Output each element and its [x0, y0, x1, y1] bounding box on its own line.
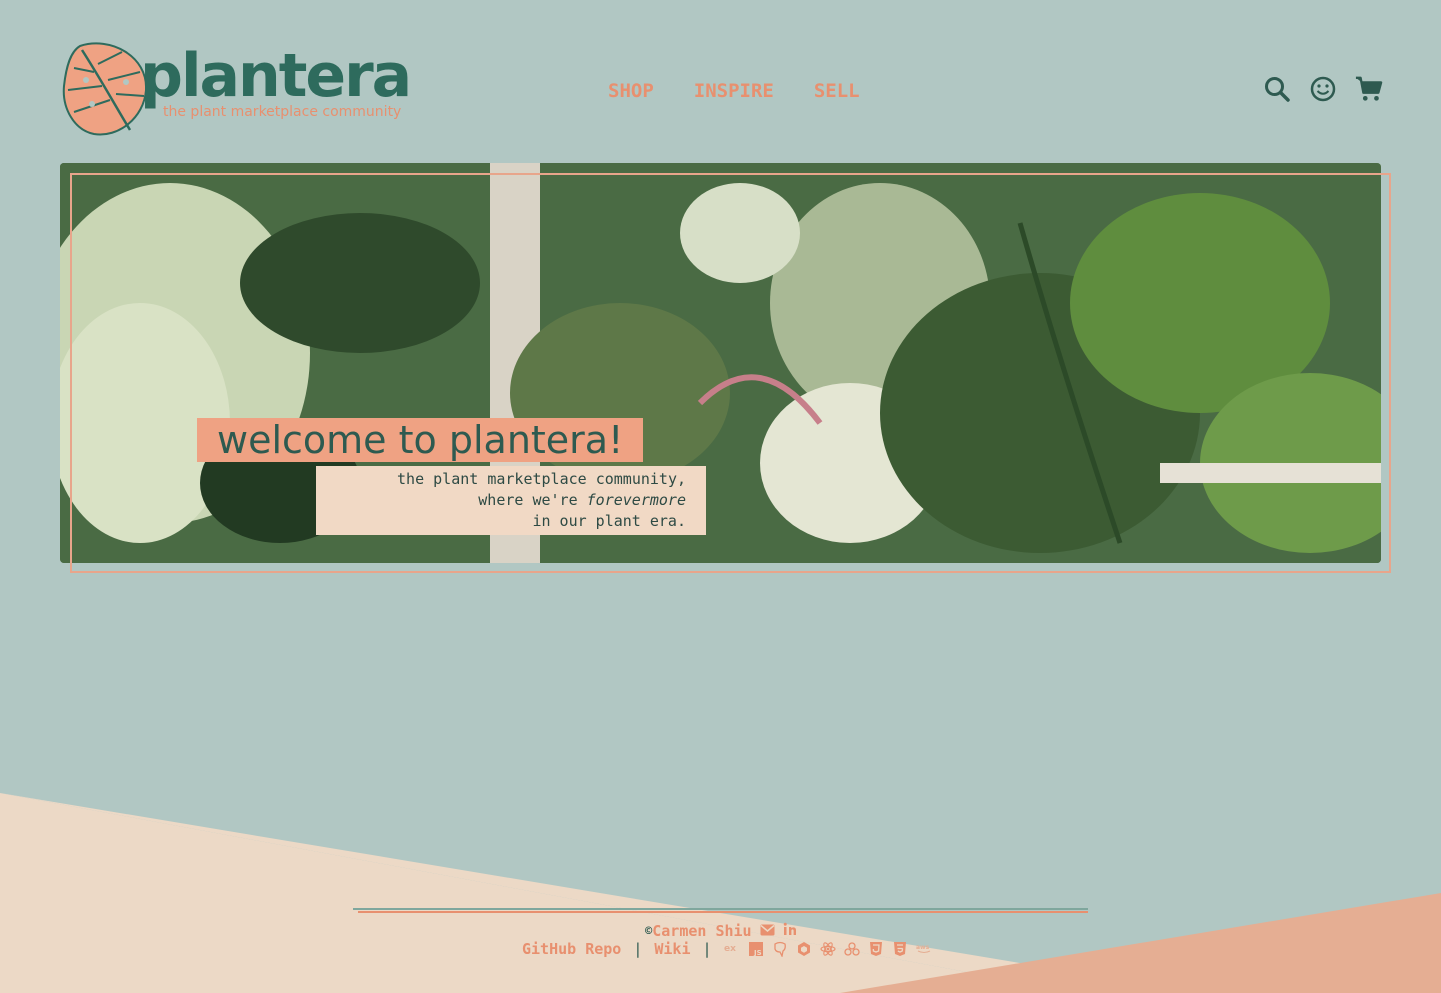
css3-icon [892, 941, 908, 957]
footer-divider-green [353, 908, 1088, 910]
nav-sell[interactable]: SELL [814, 80, 860, 102]
email-icon[interactable] [760, 922, 775, 940]
tech-stack-icons: ex JS aws [724, 941, 932, 958]
logo-wordmark: plantera [140, 41, 412, 111]
express-icon: ex [724, 941, 740, 957]
wiki-link[interactable]: Wiki [654, 940, 690, 958]
footer-separator: | [702, 940, 712, 958]
sequelize-icon [796, 941, 812, 957]
search-icon[interactable] [1263, 74, 1291, 104]
react-icon [819, 941, 836, 957]
aws-icon: aws [916, 941, 932, 957]
footer-links: GitHub Repo | Wiki | ex JS aws [522, 940, 932, 958]
svg-text:JS: JS [753, 949, 762, 957]
logo-tagline: the plant marketplace community [163, 104, 402, 120]
footer-separator: | [633, 940, 643, 958]
javascript-icon: JS [748, 941, 764, 957]
hero-subtitle-line1: the plant marketplace community, [397, 470, 686, 488]
user-smiley-icon[interactable] [1309, 74, 1337, 104]
cart-icon[interactable] [1355, 74, 1383, 104]
svg-text:aws: aws [916, 944, 930, 951]
svg-text:ex: ex [724, 944, 736, 954]
hero-subtitle-pre: where we're [478, 491, 587, 509]
copyright-symbol: © [645, 924, 653, 938]
header-icons [1263, 74, 1383, 104]
postgresql-icon [772, 941, 788, 958]
hero-title: welcome to plantera! [197, 418, 644, 462]
hero-subtitle-emphasis: forevermore [586, 491, 686, 509]
site-header: plantera the plant marketplace community… [0, 0, 1441, 150]
author-link[interactable]: Carmen Shiu [652, 922, 751, 940]
linkedin-icon[interactable] [783, 922, 797, 940]
hero-subtitle: the plant marketplace community, where w… [316, 466, 706, 535]
html5-icon [868, 941, 884, 957]
hero-subtitle-post: in our plant era. [523, 512, 686, 530]
main-nav: SHOP INSPIRE SELL [608, 80, 860, 102]
footer-credits: © Carmen Shiu [645, 922, 797, 940]
redux-icon [843, 941, 860, 957]
plantera-logo[interactable]: plantera the plant marketplace community [60, 38, 420, 142]
hero-inner-frame [70, 173, 1381, 563]
github-repo-link[interactable]: GitHub Repo [522, 940, 621, 958]
hero-banner: welcome to plantera! the plant marketpla… [60, 163, 1381, 563]
footer-divider-orange [358, 911, 1088, 913]
nav-inspire[interactable]: INSPIRE [694, 80, 774, 102]
nav-shop[interactable]: SHOP [608, 80, 654, 102]
